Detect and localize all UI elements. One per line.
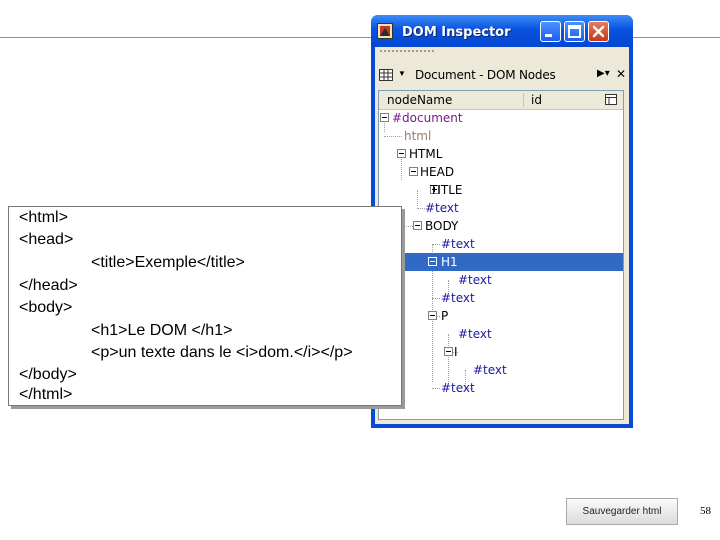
collapse-icon[interactable] <box>413 221 422 230</box>
html-source-box: <html> <head> <title>Exemple</title> </h… <box>8 206 402 406</box>
code-line: </html> <box>19 386 73 403</box>
collapse-icon[interactable] <box>380 113 389 122</box>
dom-inspector-app-icon <box>377 23 393 39</box>
tree-node[interactable]: #text <box>425 199 459 217</box>
tree-guide-line <box>384 136 402 137</box>
maximize-icon <box>568 25 581 38</box>
dom-tree[interactable]: nodeName id #document html HTML HEAD TITLE #t… <box>378 90 624 420</box>
tree-node[interactable]: BODY <box>425 217 458 235</box>
tree-node[interactable]: #text <box>458 325 492 343</box>
tree-node[interactable]: #text <box>473 361 507 379</box>
window-client: ▼ Document - DOM Nodes ▶▾ ✕ nodeName id … <box>375 47 629 424</box>
toolbar-grip[interactable] <box>379 49 434 54</box>
code-line: </head> <box>19 277 78 294</box>
collapse-icon[interactable] <box>444 347 453 356</box>
column-id[interactable]: id <box>531 93 542 107</box>
forward-arrow-icon[interactable]: ▶▾ <box>597 68 610 79</box>
tree-node[interactable]: I <box>454 343 458 361</box>
tree-node[interactable]: html <box>404 127 431 145</box>
code-line: <html> <box>19 209 68 226</box>
code-line: </body> <box>19 366 77 383</box>
window-title: DOM Inspector <box>402 25 511 40</box>
close-button[interactable] <box>588 21 609 42</box>
collapse-icon[interactable] <box>409 167 418 176</box>
title-bar[interactable]: DOM Inspector <box>371 15 633 47</box>
tree-node[interactable]: H1 <box>441 253 458 271</box>
dom-inspector-window: DOM Inspector ▼ Document - DOM Nodes ▶▾ … <box>371 15 633 428</box>
code-line: <body> <box>19 299 73 316</box>
tree-column-header: nodeName id <box>379 91 623 110</box>
divider-left <box>0 37 371 38</box>
close-icon <box>592 25 605 38</box>
tree-guide-line <box>401 226 413 227</box>
code-line: <head> <box>19 231 74 248</box>
tree-node[interactable]: TITLE <box>430 181 462 199</box>
minimize-button[interactable] <box>540 21 561 42</box>
tree-guide-line <box>417 190 418 206</box>
code-line: <p>un texte dans le <i>dom.</i></p> <box>91 344 353 361</box>
divider-right <box>633 37 720 38</box>
code-line: <title>Exemple</title> <box>91 254 245 271</box>
tree-node[interactable]: #document <box>392 109 463 127</box>
panel-list-icon[interactable] <box>379 69 393 81</box>
tree-guide-line <box>432 298 440 299</box>
tree-guide-line <box>432 262 433 382</box>
tree-guide-line <box>432 244 440 245</box>
save-html-button[interactable]: Sauvegarder html <box>566 498 678 525</box>
tree-guide-line <box>432 388 440 389</box>
column-picker-icon[interactable] <box>605 94 617 105</box>
tree-node[interactable]: P <box>441 307 448 325</box>
collapse-icon[interactable] <box>397 149 406 158</box>
column-separator[interactable] <box>523 93 524 107</box>
close-panel-icon[interactable]: ✕ <box>616 67 626 81</box>
tree-node[interactable]: #text <box>458 271 492 289</box>
panel-toolbar: ▼ Document - DOM Nodes ▶▾ ✕ <box>375 65 629 87</box>
collapse-icon[interactable] <box>428 257 437 266</box>
tree-node[interactable]: #text <box>441 379 475 397</box>
tree-scrollbar[interactable] <box>625 90 629 420</box>
tree-node[interactable]: #text <box>441 235 475 253</box>
tree-guide-line <box>417 208 425 209</box>
maximize-button[interactable] <box>564 21 585 42</box>
tree-node[interactable]: HTML <box>409 145 442 163</box>
page-number: 58 <box>700 505 711 517</box>
tree-node[interactable]: #text <box>441 289 475 307</box>
tree-guide-line <box>448 334 449 382</box>
column-nodename[interactable]: nodeName <box>387 93 452 107</box>
panel-title: Document - DOM Nodes <box>415 68 556 82</box>
minimize-icon <box>545 34 552 37</box>
code-line: <h1>Le DOM </h1> <box>91 322 233 339</box>
tree-node[interactable]: HEAD <box>420 163 454 181</box>
collapse-icon[interactable] <box>428 311 437 320</box>
panel-dropdown-icon[interactable]: ▼ <box>398 69 406 78</box>
tree-selection-highlight <box>379 253 623 271</box>
